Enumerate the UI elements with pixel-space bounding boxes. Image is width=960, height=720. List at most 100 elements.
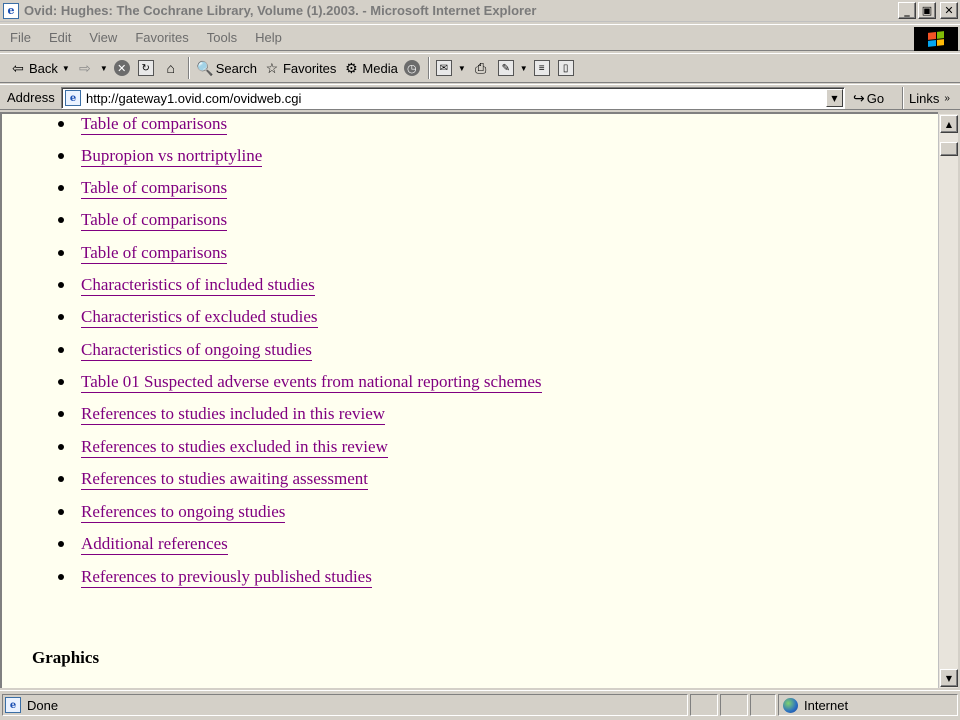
back-label: Back <box>29 60 58 76</box>
graphics-heading: Graphics <box>32 648 100 667</box>
scroll-up-button[interactable]: ▲ <box>940 115 958 133</box>
mail-dropdown-icon[interactable]: ▼ <box>458 64 466 73</box>
media-label: Media <box>362 60 398 76</box>
window-controls: _ ▣ ✕ <box>898 2 958 19</box>
scroll-down-button[interactable]: ▼ <box>940 669 958 687</box>
menu-edit[interactable]: Edit <box>40 30 80 45</box>
section-link[interactable]: References to studies excluded in this r… <box>81 437 388 458</box>
section-link[interactable]: Table of comparisons <box>81 210 228 231</box>
messenger-icon: ▯ <box>557 60 574 76</box>
section-link[interactable]: Characteristics of excluded studies <box>81 307 318 328</box>
favorites-label: Favorites <box>282 60 337 76</box>
bullet-icon <box>58 379 64 385</box>
globe-icon <box>783 697 798 713</box>
section-link[interactable]: Bupropion vs nortriptyline <box>81 146 263 167</box>
address-dropdown-icon[interactable]: ▼ <box>826 89 843 107</box>
section-link[interactable]: References to studies included in this r… <box>81 404 386 425</box>
menu-favorites[interactable]: Favorites <box>126 30 197 45</box>
bullet-icon <box>58 185 64 191</box>
back-button[interactable]: ⇦ Back ▼ <box>6 56 73 80</box>
section-link[interactable]: Table 01 Suspected adverse events from n… <box>81 372 542 393</box>
bullet-icon <box>58 314 64 320</box>
history-icon: ◷ <box>403 60 420 76</box>
status-pane <box>690 694 718 716</box>
discuss-button[interactable]: ≡ <box>531 56 555 80</box>
bullet-icon <box>58 250 64 256</box>
go-arrow-icon: ↪ <box>853 89 865 106</box>
links-separator <box>902 87 904 109</box>
security-zone: Internet <box>778 694 958 716</box>
back-arrow-icon: ⇦ <box>12 59 24 76</box>
mail-icon: ✉ <box>435 60 452 76</box>
refresh-icon: ↻ <box>137 60 154 76</box>
edit-button[interactable]: ✎ ▼ <box>495 56 531 80</box>
history-button[interactable]: ◷ <box>401 56 425 80</box>
maximize-button[interactable]: ▣ <box>918 2 936 19</box>
windows-logo-icon <box>914 27 958 51</box>
favorites-button[interactable]: ☆ Favorites <box>260 56 339 80</box>
close-button[interactable]: ✕ <box>940 2 958 19</box>
links-button[interactable]: Links » <box>909 87 950 109</box>
home-button[interactable]: ⌂ <box>159 56 185 80</box>
refresh-button[interactable]: ↻ <box>135 56 159 80</box>
title-bar: e Ovid: Hughes: The Cochrane Library, Vo… <box>0 0 960 22</box>
bullet-icon <box>58 282 64 288</box>
media-icon: ⚙ <box>345 59 358 76</box>
media-button[interactable]: ⚙ Media <box>339 56 400 80</box>
address-input[interactable]: e http://gateway1.ovid.com/ovidweb.cgi ▼ <box>61 87 845 109</box>
section-link[interactable]: Table of comparisons <box>81 243 228 264</box>
address-label: Address <box>7 89 55 105</box>
section-link[interactable]: References to previously published studi… <box>81 567 372 588</box>
section-link[interactable]: Table of comparisons <box>81 178 228 199</box>
scroll-thumb[interactable] <box>940 142 958 156</box>
search-label: Search <box>215 60 257 76</box>
vertical-scrollbar[interactable]: ▲ ▼ <box>938 114 958 688</box>
bullet-icon <box>58 153 64 159</box>
toolbar-separator <box>187 57 190 79</box>
search-button[interactable]: 🔍 Search <box>193 56 260 80</box>
forward-dropdown-icon[interactable]: ▼ <box>100 64 108 73</box>
menu-help[interactable]: Help <box>246 30 291 45</box>
forward-button[interactable]: ⇨ ▼ <box>73 56 111 80</box>
menu-tools[interactable]: Tools <box>198 30 246 45</box>
edit-dropdown-icon[interactable]: ▼ <box>520 64 528 73</box>
toolbar-separator <box>427 57 430 79</box>
bullet-icon <box>58 574 64 580</box>
go-button[interactable]: ↪ Go <box>853 87 884 109</box>
section-link[interactable]: Characteristics of included studies <box>81 275 315 296</box>
mail-button[interactable]: ✉ ▼ <box>433 56 469 80</box>
page-done-icon: e <box>5 697 21 713</box>
edit-icon: ✎ <box>497 60 514 76</box>
menu-view[interactable]: View <box>80 30 126 45</box>
status-text: Done <box>27 697 59 713</box>
bullet-icon <box>58 411 64 417</box>
menu-file[interactable]: File <box>0 30 40 45</box>
bullet-icon <box>58 347 64 353</box>
minimize-button[interactable]: _ <box>898 2 916 19</box>
bullet-icon <box>58 509 64 515</box>
bullet-icon <box>58 121 64 127</box>
status-bar: e Done Internet <box>0 690 960 720</box>
page-icon: e <box>65 90 81 106</box>
status-pane <box>750 694 776 716</box>
status-main-pane: e Done <box>2 694 688 716</box>
section-link[interactable]: References to studies awaiting assessmen… <box>81 469 369 490</box>
print-icon: ⎙ <box>475 59 487 76</box>
discuss-icon: ≡ <box>533 60 550 76</box>
section-link[interactable]: References to ongoing studies <box>81 502 286 523</box>
section-link[interactable]: Characteristics of ongoing studies <box>81 340 312 361</box>
stop-button[interactable]: ✕ <box>111 56 135 80</box>
section-link[interactable]: Additional references <box>81 534 228 555</box>
address-url[interactable]: http://gateway1.ovid.com/ovidweb.cgi <box>86 91 301 106</box>
section-link[interactable]: Table of comparisons <box>81 114 228 135</box>
page-content: Table of comparisons Bupropion vs nortri… <box>0 112 938 688</box>
bullet-icon <box>58 217 64 223</box>
zone-label: Internet <box>804 697 849 713</box>
print-button[interactable]: ⎙ <box>469 56 495 80</box>
ie-icon: e <box>3 2 19 19</box>
back-dropdown-icon[interactable]: ▼ <box>62 64 70 73</box>
window-title: Ovid: Hughes: The Cochrane Library, Volu… <box>24 3 537 18</box>
go-label: Go <box>866 90 885 106</box>
links-label: Links <box>909 90 940 106</box>
messenger-button[interactable]: ▯ <box>555 56 579 80</box>
